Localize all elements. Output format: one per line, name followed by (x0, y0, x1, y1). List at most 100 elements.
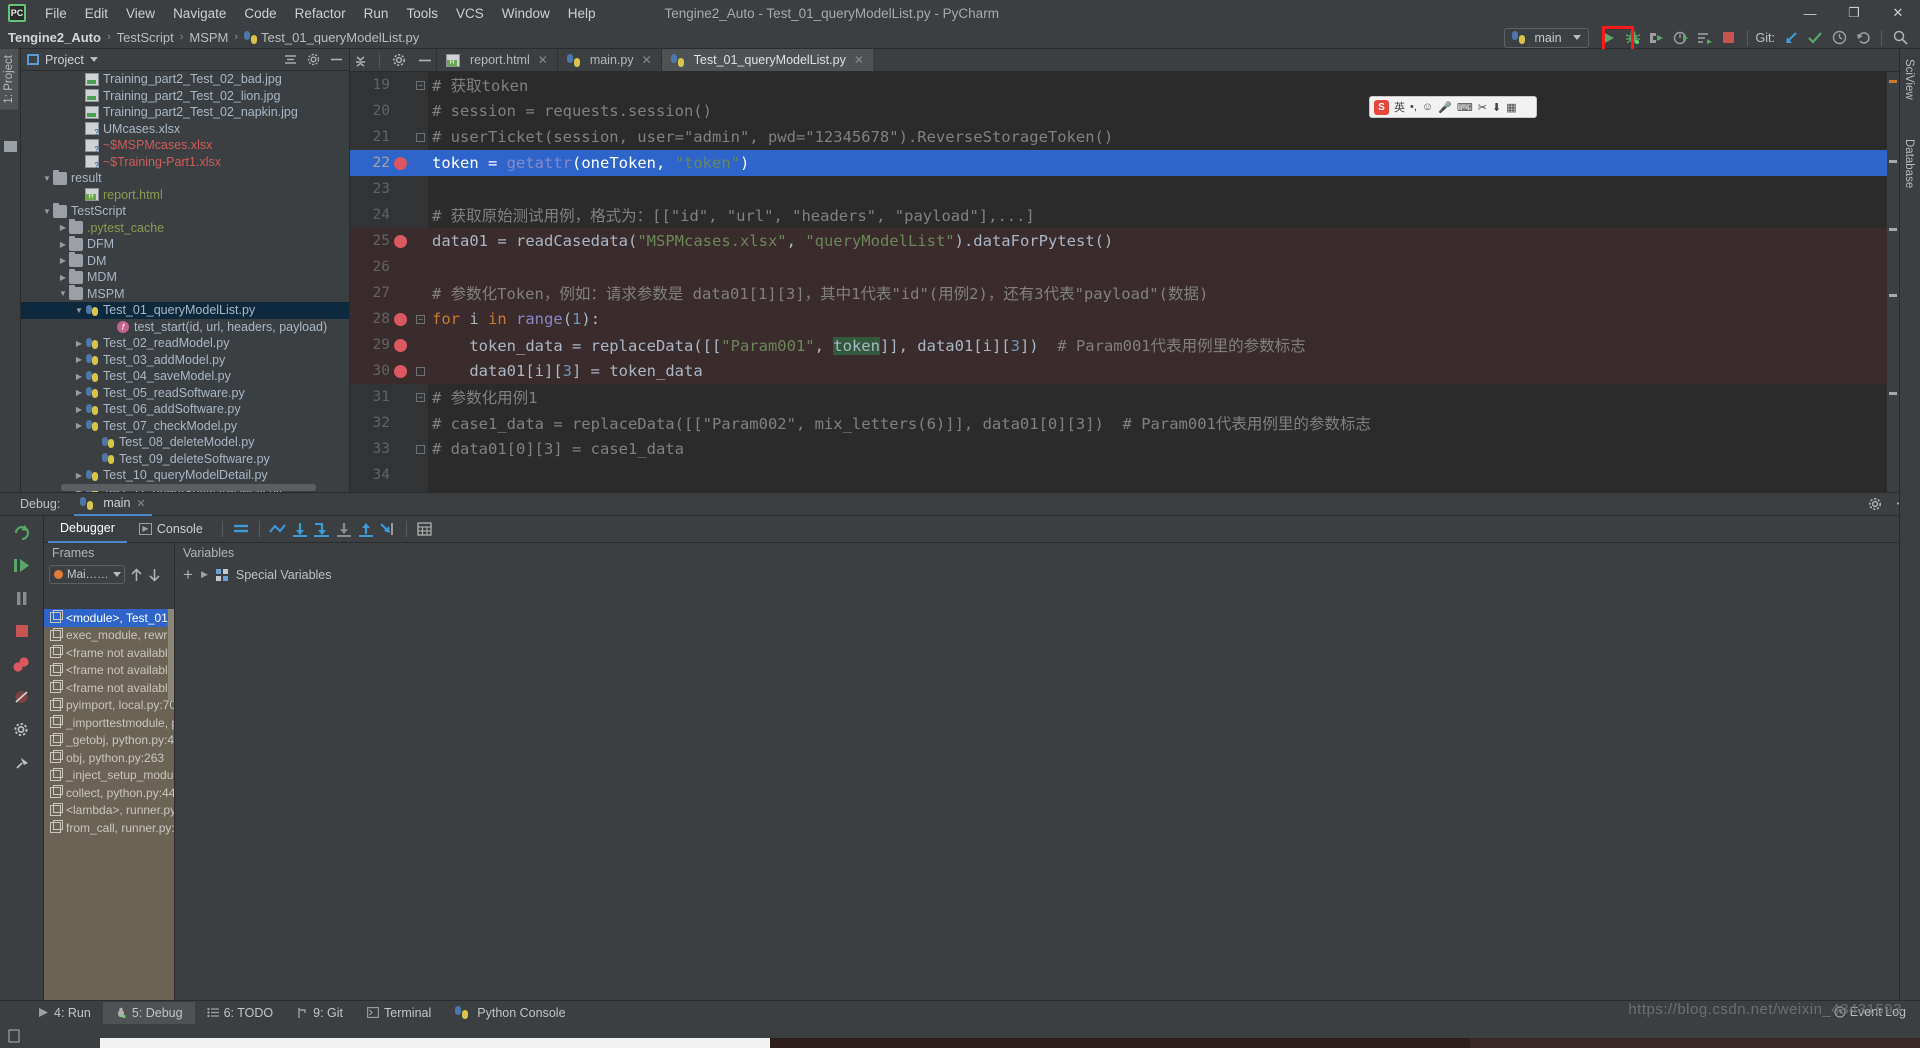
ime-toolbar[interactable]: S 英 •, ☺ 🎤 ⌨ ✂ ⬇ ▦ (1369, 96, 1537, 118)
tree-row[interactable]: f test_start(id, url, headers, payload) (21, 319, 349, 336)
force-step-into-icon[interactable] (333, 519, 355, 539)
breakpoint-icon[interactable] (394, 156, 407, 170)
frame-row[interactable]: <lambda>, runner.py: (44, 802, 174, 820)
menu-item-navigate[interactable]: Navigate (164, 4, 235, 23)
update-project-icon[interactable] (1780, 28, 1802, 48)
frames-scrollbar[interactable] (168, 609, 174, 701)
chevron-right-icon[interactable]: ▶ (73, 471, 85, 480)
expand-collapse-icon[interactable] (284, 53, 297, 66)
minimize-button[interactable]: — (1788, 0, 1832, 26)
ime-emoji-icon[interactable]: ☺ (1422, 101, 1433, 113)
chevron-down-icon[interactable]: ▼ (57, 289, 69, 298)
frame-row[interactable]: <frame not available> (44, 662, 174, 680)
ime-keyboard-icon[interactable]: ⌨ (1457, 101, 1473, 114)
frame-row[interactable]: pyimport, local.py:701 (44, 697, 174, 715)
pause-icon[interactable] (11, 588, 33, 608)
pin-icon[interactable] (11, 753, 33, 773)
coverage-icon[interactable] (1670, 28, 1692, 48)
tree-row[interactable]: ▼ Test_01_queryModelList.py (21, 302, 349, 319)
code-line[interactable]: 19 − # 获取token (350, 72, 1899, 98)
code-line[interactable]: 31 − # 参数化用例1 (350, 384, 1899, 410)
frames-list[interactable]: <module>, Test_01_qu exec_module, rewrite… (44, 609, 174, 1012)
menu-item-run[interactable]: Run (355, 4, 398, 23)
chevron-down-icon[interactable]: ▼ (41, 174, 53, 183)
breakpoint-icon[interactable] (394, 338, 407, 352)
code-line[interactable]: 22 token = getattr(oneToken, "token") (350, 150, 1899, 176)
stripe-mark[interactable] (1889, 294, 1897, 297)
code-line[interactable]: 33 # data01[0][3] = case1_data (350, 436, 1899, 462)
code-line[interactable]: 34 (350, 462, 1899, 488)
tree-row[interactable]: ▶ DM (21, 252, 349, 270)
stripe-mark[interactable] (1889, 392, 1897, 395)
folder-icon[interactable] (4, 141, 17, 152)
frame-row[interactable]: _getobj, python.py:445 (44, 732, 174, 750)
code-line[interactable]: 32 # case1_data = replaceData([["Param002… (350, 410, 1899, 436)
tree-row[interactable]: Test_09_deleteSoftware.py (21, 451, 349, 468)
frame-row[interactable]: exec_module, rewrite.p (44, 627, 174, 645)
tree-row[interactable]: Training_part2_Test_02_lion.jpg (21, 88, 349, 105)
chevron-right-icon[interactable]: ▶ (73, 421, 85, 430)
step-out-icon[interactable] (355, 519, 377, 539)
evaluate-expression-icon[interactable] (414, 519, 436, 539)
close-icon[interactable]: ✕ (854, 53, 864, 67)
status-tab-git[interactable]: 9: Git (285, 1002, 355, 1024)
close-icon[interactable]: ✕ (136, 497, 145, 510)
tree-row[interactable]: ▶ .pytest_cache (21, 219, 349, 237)
code-line[interactable]: 24 # 获取原始测试用例，格式为：[["id", "url", "headers… (350, 202, 1899, 228)
frame-row[interactable]: <module>, Test_01_qu (44, 609, 174, 627)
run-icon[interactable] (1598, 28, 1620, 48)
gear-icon[interactable] (1868, 497, 1882, 511)
frame-down-icon[interactable] (148, 568, 161, 582)
debug-attach-icon[interactable] (1646, 28, 1668, 48)
maximize-button[interactable]: ❐ (1832, 0, 1876, 26)
chevron-right-icon[interactable]: ▶ (57, 273, 69, 282)
project-horizontal-scrollbar[interactable] (61, 484, 316, 491)
tree-row[interactable]: ▼ TestScript (21, 202, 349, 220)
step-over-icon[interactable] (289, 519, 311, 539)
menu-item-window[interactable]: Window (493, 4, 559, 23)
add-watch-icon[interactable]: + (183, 566, 193, 583)
show-execution-point-icon[interactable] (267, 519, 289, 539)
tree-row[interactable]: UMcases.xlsx (21, 121, 349, 137)
commit-icon[interactable] (1804, 28, 1826, 48)
status-tab-terminal[interactable]: Terminal (355, 1002, 443, 1024)
tree-row[interactable]: ▶ MDM (21, 268, 349, 286)
search-everywhere-icon[interactable] (1889, 28, 1911, 48)
tree-row[interactable]: ▶ Test_07_checkModel.py (21, 418, 349, 435)
ime-punct-icon[interactable]: •, (1410, 101, 1417, 113)
close-button[interactable]: ✕ (1876, 0, 1920, 26)
tree-row[interactable]: ▶ Test_05_readSoftware.py (21, 385, 349, 402)
frame-row[interactable]: <frame not available> (44, 679, 174, 697)
tab-debugger[interactable]: Debugger (48, 516, 127, 543)
debug-icon[interactable] (1622, 28, 1644, 48)
ime-menu-icon[interactable]: ▦ (1506, 101, 1516, 114)
collapse-all-icon[interactable] (354, 54, 367, 67)
code-lines[interactable]: 19− # 获取token 20 # session = requests.sessi… (350, 72, 1899, 492)
menu-item-refactor[interactable]: Refactor (286, 4, 355, 23)
settings-icon[interactable] (11, 720, 33, 740)
status-tab-debug[interactable]: 5: Debug (102, 1001, 195, 1024)
close-icon[interactable]: ✕ (642, 53, 652, 67)
tree-row[interactable]: ▶ Test_04_saveModel.py (21, 368, 349, 385)
view-breakpoints-icon[interactable] (11, 654, 33, 674)
run-to-cursor-icon[interactable] (377, 519, 399, 539)
debug-session-tab[interactable]: main ✕ (74, 493, 152, 516)
code-line[interactable]: 23 (350, 176, 1899, 202)
chevron-right-icon[interactable]: ▶ (73, 339, 85, 348)
resume-icon[interactable] (11, 555, 33, 575)
chevron-right-icon[interactable]: ▶ (73, 388, 85, 397)
hide-panel-icon[interactable] (418, 54, 432, 67)
editor-error-stripe[interactable] (1887, 72, 1899, 492)
code-line[interactable]: 27 # 参数化Token，例如：请求参数是 data01[1][3]，其中1代表… (350, 280, 1899, 306)
code-line[interactable]: 21 # userTicket(session, user="admin", pw… (350, 124, 1899, 150)
sidebar-item-sciview[interactable]: SciView (1900, 53, 1918, 106)
editor-tab-test-01-querymodellist-py[interactable]: Test_01_queryModelList.py ✕ (660, 49, 873, 71)
frame-row[interactable]: _importtestmodule, py (44, 714, 174, 732)
stripe-mark[interactable] (1889, 80, 1897, 83)
chevron-down-icon[interactable] (89, 57, 98, 62)
chevron-down-icon[interactable]: ▼ (41, 207, 53, 216)
fold-marker-icon[interactable]: − (416, 314, 425, 324)
menu-item-vcs[interactable]: VCS (447, 4, 493, 23)
ime-tools-icon[interactable]: ✂ (1478, 101, 1487, 114)
frame-row[interactable]: obj, python.py:263 (44, 749, 174, 767)
